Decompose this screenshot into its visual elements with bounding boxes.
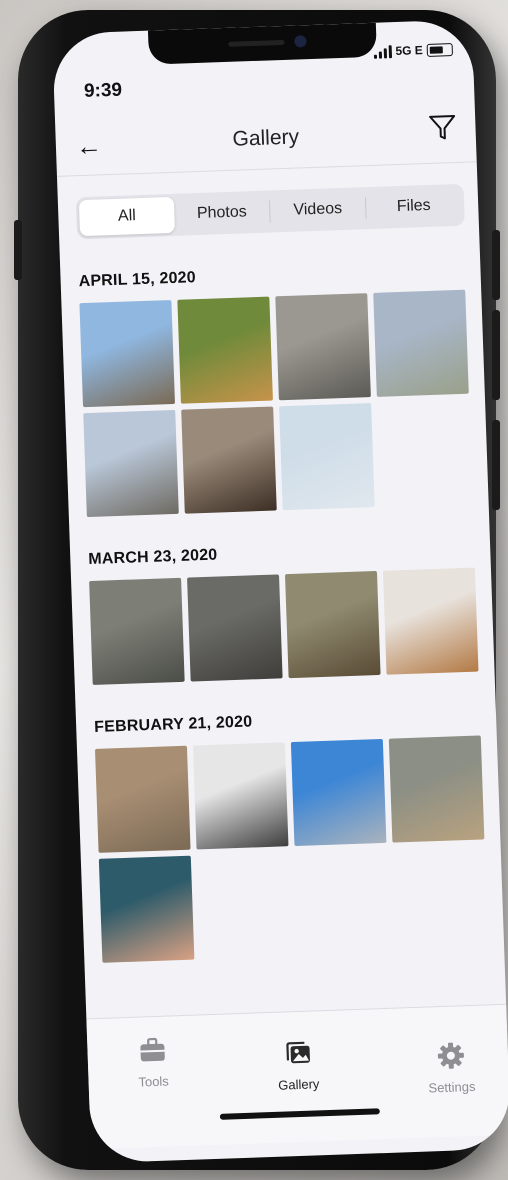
network-label: 5G E	[395, 43, 424, 59]
photo-thumbnail[interactable]	[388, 735, 485, 843]
gallery-content: APRIL 15, 2020 MARCH 23, 2020 FEBRUARY 2…	[78, 259, 503, 997]
segment-videos[interactable]: Videos	[270, 190, 366, 229]
section-date: FEBRUARY 21, 2020	[93, 713, 253, 736]
screen: 9:39 5G E ← Gallery All Photos Videos Fi…	[52, 19, 508, 1164]
photo-thumbnail[interactable]	[187, 574, 283, 682]
photo-thumbnail[interactable]	[94, 745, 191, 853]
media-type-segmented-control: All Photos Videos Files	[75, 183, 465, 240]
volume-up-button	[14, 220, 22, 280]
photo-thumbnail[interactable]	[382, 567, 479, 675]
photo-thumbnail[interactable]	[98, 855, 195, 963]
tab-label: Settings	[428, 1078, 476, 1096]
status-time: 9:39	[83, 79, 123, 102]
tab-label: Gallery	[277, 1076, 320, 1093]
side-button	[492, 420, 500, 510]
speaker	[228, 39, 285, 47]
photo-thumbnail[interactable]	[79, 299, 175, 408]
gear-icon	[437, 1042, 464, 1069]
photo-thumbnail[interactable]	[177, 296, 273, 404]
status-icons: 5G E	[373, 42, 453, 59]
date-section: MARCH 23, 2020	[88, 537, 492, 685]
photo-thumbnail[interactable]	[181, 406, 277, 514]
toolbox-icon	[140, 1037, 165, 1062]
photo-thumbnail[interactable]	[83, 409, 179, 518]
tab-gallery[interactable]: Gallery	[252, 1036, 344, 1093]
section-date: APRIL 15, 2020	[78, 269, 197, 291]
segment-all[interactable]: All	[78, 196, 176, 237]
date-section: APRIL 15, 2020	[78, 259, 486, 518]
photo-grid	[89, 567, 492, 685]
side-button	[492, 230, 500, 300]
segment-photos[interactable]: Photos	[174, 194, 270, 233]
page-title: Gallery	[232, 125, 300, 151]
date-section: FEBRUARY 21, 2020	[94, 705, 502, 963]
photo-thumbnail[interactable]	[89, 577, 185, 685]
side-button	[492, 310, 500, 400]
camera	[294, 35, 307, 48]
tab-label: Tools	[138, 1073, 170, 1090]
segment-files[interactable]: Files	[366, 187, 462, 226]
battery-icon	[426, 42, 453, 57]
photo-thumbnail[interactable]	[279, 403, 375, 511]
gallery-icon	[286, 1041, 310, 1064]
filter-icon[interactable]	[427, 112, 458, 143]
photo-grid	[79, 289, 486, 518]
notch	[147, 22, 377, 65]
photo-thumbnail[interactable]	[373, 289, 469, 397]
tab-settings[interactable]: Settings	[405, 1039, 497, 1096]
nav-header: ← Gallery	[55, 109, 477, 177]
photo-thumbnail[interactable]	[192, 742, 289, 850]
photo-thumbnail[interactable]	[290, 738, 387, 847]
signal-icon	[373, 44, 392, 59]
photo-thumbnail[interactable]	[284, 570, 381, 679]
photo-grid	[94, 735, 502, 963]
tab-tools[interactable]: Tools	[107, 1034, 199, 1091]
photo-thumbnail[interactable]	[275, 293, 371, 401]
section-date: MARCH 23, 2020	[88, 546, 218, 569]
tab-bar: Tools Gallery Settings	[86, 1003, 508, 1150]
